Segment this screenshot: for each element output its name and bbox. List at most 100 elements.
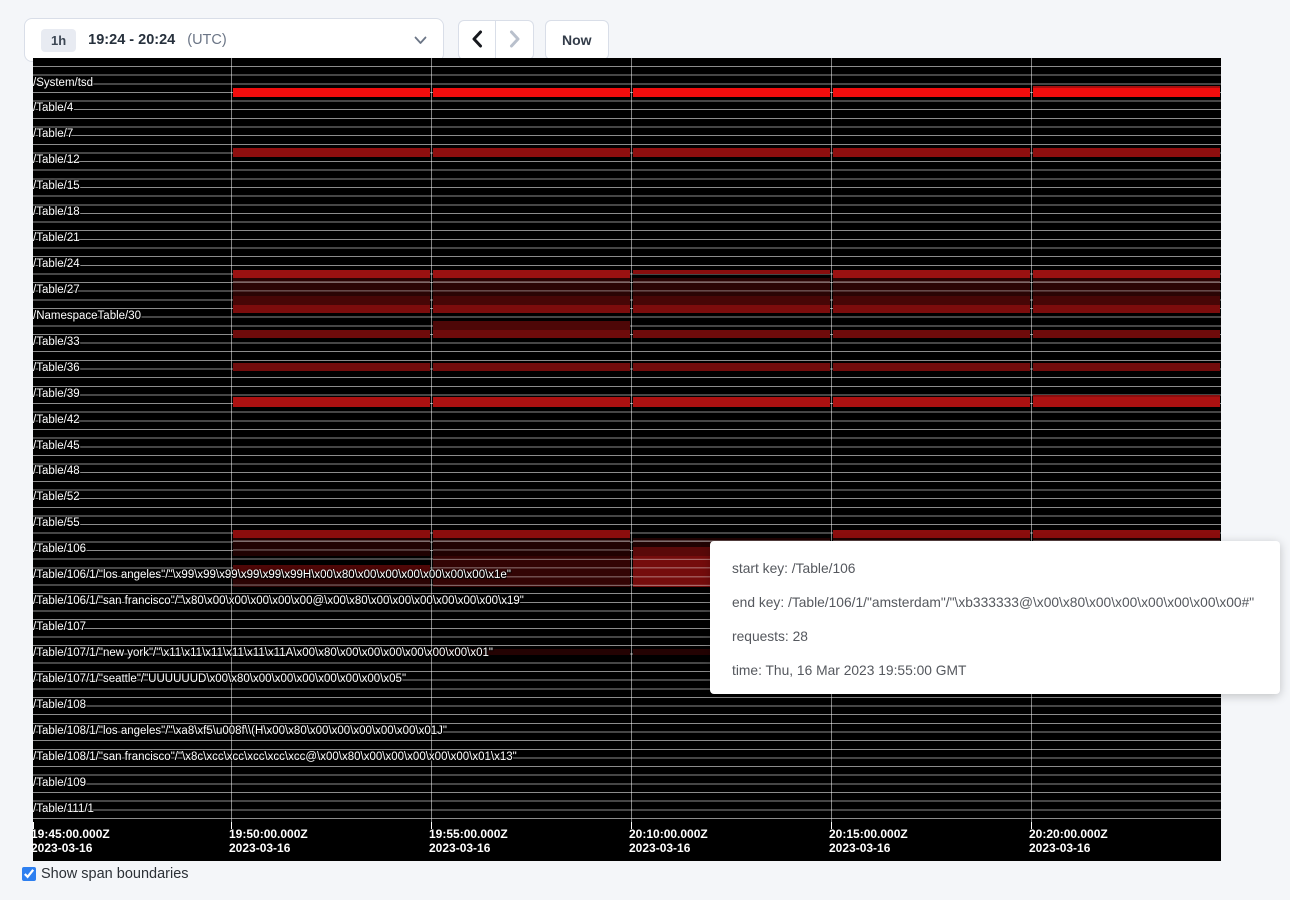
heatmap-band	[433, 538, 630, 555]
heatmap-band	[1033, 305, 1220, 314]
heatmap-band	[433, 296, 630, 304]
heatmap-band	[233, 88, 430, 98]
heatmap-band	[1033, 397, 1220, 407]
time-range-select[interactable]: 1h 19:24 - 20:24 (UTC)	[24, 18, 444, 62]
row-label: /Table/106	[33, 543, 86, 556]
heatmap-band	[1033, 278, 1220, 296]
heatmap-band	[1033, 270, 1220, 279]
toolbar: 1h 19:24 - 20:24 (UTC) Now	[0, 0, 1290, 58]
heatmap-band	[833, 148, 1030, 158]
heatmap-band	[433, 305, 630, 314]
show-span-boundaries-label: Show span boundaries	[41, 866, 189, 882]
show-span-boundaries-checkbox[interactable]	[22, 867, 36, 881]
heatmap-band	[633, 296, 830, 304]
heatmap-band	[233, 574, 430, 587]
heatmap-band	[433, 397, 630, 407]
heatmap-band	[1033, 86, 1220, 88]
heatmap-band	[1033, 395, 1220, 397]
axis-tick-label: 19:50:00.000Z2023-03-16	[229, 827, 308, 855]
heatmap-band	[233, 305, 430, 314]
tooltip-requests: requests: 28	[732, 620, 1280, 654]
key-visualizer-canvas[interactable]: /System/tsd/Table/4/Table/7/Table/12/Tab…	[33, 58, 1221, 861]
heatmap-band	[633, 330, 830, 339]
heatmap-band	[433, 556, 630, 587]
row-label: /Table/48	[33, 465, 80, 478]
heatmap-band	[233, 538, 430, 555]
row-label: /Table/15	[33, 180, 80, 193]
heatmap-band	[233, 397, 430, 407]
heatmap-band	[1033, 88, 1220, 98]
heatmap-plot: /System/tsd/Table/4/Table/7/Table/12/Tab…	[33, 58, 1221, 822]
row-label: /Table/27	[33, 284, 80, 297]
heatmap-band	[433, 330, 630, 339]
row-label: /Table/108	[33, 699, 86, 712]
previous-interval-button[interactable]	[458, 20, 496, 60]
duration-badge: 1h	[41, 29, 76, 52]
heatmap-band	[433, 88, 630, 98]
time-gridline	[231, 58, 232, 822]
chevron-left-icon	[470, 30, 484, 51]
heatmap-band	[1033, 363, 1220, 372]
heatmap-band	[233, 270, 430, 279]
axis-tick-label: 20:15:00.000Z2023-03-16	[829, 827, 908, 855]
heatmap-band	[233, 296, 430, 304]
heatmap-band	[233, 530, 430, 539]
heatmap-band	[433, 530, 630, 539]
heatmap-band	[433, 363, 630, 372]
heatmap-band	[633, 397, 830, 407]
row-label: /Table/24	[33, 258, 80, 271]
heatmap-band	[433, 270, 630, 279]
row-label: /Table/52	[33, 491, 80, 504]
span-boundary-lines	[33, 66, 1221, 822]
heatmap-band	[1033, 330, 1220, 339]
row-label: /Table/33	[33, 336, 80, 349]
heatmap-band	[833, 397, 1030, 407]
heatmap-band	[633, 305, 830, 314]
heatmap-band	[633, 88, 830, 98]
heatmap-band	[633, 270, 830, 275]
time-gridline	[831, 58, 832, 822]
heatmap-band	[833, 278, 1030, 296]
heatmap-band	[633, 278, 830, 296]
heatmap-band	[633, 148, 830, 158]
axis-tick-label: 20:10:00.000Z2023-03-16	[629, 827, 708, 855]
heatmap-band	[233, 330, 430, 339]
heatmap-band	[833, 305, 1030, 314]
heatmap-band	[433, 649, 630, 655]
tooltip-end-key: end key: /Table/106/1/"amsterdam"/"\xb33…	[732, 586, 1280, 620]
row-label: /Table/12	[33, 154, 80, 167]
heatmap-band	[633, 363, 830, 372]
row-label: /Table/21	[33, 232, 80, 245]
row-label: /Table/109	[33, 777, 86, 790]
time-gridline	[631, 58, 632, 822]
heatmap-band	[833, 270, 1030, 279]
heatmap-band	[1033, 530, 1220, 539]
row-label: /Table/55	[33, 517, 80, 530]
time-axis: 19:45:00.000Z2023-03-16 19:50:00.000Z2023…	[33, 822, 1221, 861]
time-nav-group	[458, 20, 534, 60]
tooltip-time: time: Thu, 16 Mar 2023 19:55:00 GMT	[732, 654, 1280, 688]
row-label: /System/tsd	[33, 77, 93, 90]
row-label: /Table/108/1/"san francisco"/"\x8c\xcc\x…	[33, 751, 517, 764]
heatmap-band	[1033, 148, 1220, 158]
heatmap-band	[833, 88, 1030, 98]
row-label: /Table/18	[33, 206, 80, 219]
row-label: /Table/42	[33, 414, 80, 427]
row-label: /NamespaceTable/30	[33, 310, 141, 323]
heatmap-band	[233, 148, 430, 158]
now-button[interactable]: Now	[545, 20, 609, 60]
footer-controls: Show span boundaries	[22, 866, 189, 882]
heatmap-band	[833, 296, 1030, 304]
next-interval-button[interactable]	[496, 20, 534, 60]
heatmap-band	[233, 565, 430, 574]
tooltip-start-key: start key: /Table/106	[732, 552, 1280, 586]
time-gridline	[431, 58, 432, 822]
heatmap-band	[433, 278, 630, 296]
axis-tick-label: 19:45:00.000Z2023-03-16	[31, 827, 110, 855]
axis-tick-label: 19:55:00.000Z2023-03-16	[429, 827, 508, 855]
row-label: /Table/36	[33, 362, 80, 375]
timezone-label: (UTC)	[187, 32, 226, 48]
heatmap-band	[833, 363, 1030, 372]
chevron-right-icon	[508, 30, 522, 51]
heatmap-band	[233, 278, 430, 296]
